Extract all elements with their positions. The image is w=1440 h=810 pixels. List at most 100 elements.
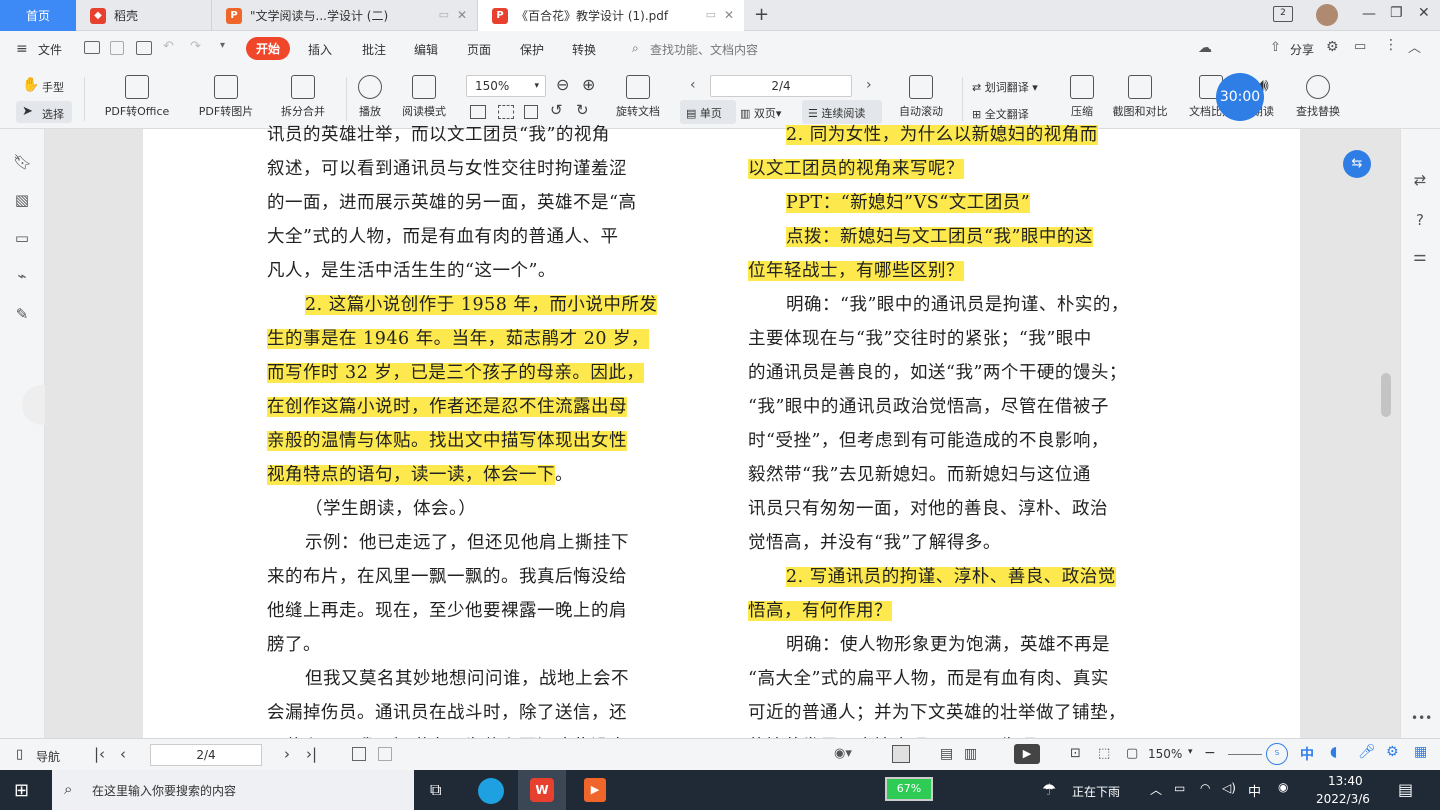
open-folder-icon[interactable] bbox=[84, 41, 100, 54]
menu-insert[interactable]: 插入 bbox=[308, 41, 332, 58]
chevron-down-icon[interactable]: ▾ bbox=[1188, 747, 1193, 757]
document-viewport[interactable]: 讯员的英雄壮举，而以文工团员“我”的视角 叙述，可以看到通讯员与女性交往时拘谨羞涩… bbox=[45, 125, 1400, 757]
play-slideshow-icon[interactable]: ▶ bbox=[1014, 744, 1040, 764]
nav-button[interactable]: 导航 bbox=[36, 748, 60, 765]
translate-panel-icon[interactable]: ⇄ bbox=[1411, 171, 1429, 189]
menu-file[interactable]: 文件 bbox=[38, 41, 62, 58]
full-translate-button[interactable]: ⊞ 全文翻译 bbox=[972, 106, 1029, 122]
input-method-icon[interactable]: S bbox=[1266, 743, 1288, 765]
zoom-out-icon[interactable]: ⊖ bbox=[556, 75, 569, 94]
save-icon[interactable] bbox=[110, 41, 124, 55]
menu-edit[interactable]: 编辑 bbox=[414, 41, 438, 58]
avatar[interactable] bbox=[1316, 4, 1338, 26]
crop-view-icon[interactable]: ⬚ bbox=[1098, 746, 1110, 761]
notification-icon[interactable]: ▤ bbox=[1398, 780, 1413, 799]
taskbar-wps-active[interactable]: W bbox=[518, 770, 566, 810]
eye-icon[interactable]: ◉▾ bbox=[834, 746, 852, 761]
nav-panel-icon[interactable]: ▯ bbox=[16, 747, 23, 762]
minimize-icon[interactable]: — bbox=[1362, 6, 1376, 22]
prev-page-icon[interactable]: ‹ bbox=[120, 745, 126, 763]
task-view-icon[interactable]: ⧉ bbox=[430, 780, 441, 800]
back-icon[interactable] bbox=[352, 747, 366, 761]
clock-date[interactable]: 2022/3/6 bbox=[1316, 792, 1370, 806]
comment-panel-icon[interactable]: ▭ bbox=[13, 229, 31, 247]
windows-start-icon[interactable]: ⊞ bbox=[14, 780, 29, 801]
zoom-select[interactable]: 150% ▾ bbox=[466, 75, 546, 97]
battery-indicator[interactable]: 67% bbox=[885, 777, 933, 801]
new-tab-icon[interactable]: + bbox=[754, 4, 769, 25]
zoom-level[interactable]: 150% bbox=[1148, 747, 1182, 761]
continuous-read-button[interactable]: ☰ 连续阅读 bbox=[808, 105, 865, 121]
hamburger-icon[interactable]: ≡ bbox=[16, 41, 28, 57]
window-list-icon[interactable]: 2 bbox=[1273, 6, 1293, 22]
close-icon[interactable]: ✕ bbox=[724, 8, 734, 22]
ime-punct-icon[interactable]: ◖ bbox=[1330, 744, 1337, 760]
screenshot-compare-button[interactable]: 截图和对比 bbox=[1106, 75, 1174, 119]
continuous-view-icon[interactable] bbox=[892, 745, 910, 763]
bookmark-icon[interactable]: 🔖︎ bbox=[13, 153, 32, 171]
ime-settings-icon[interactable]: ⚙ bbox=[1386, 744, 1399, 760]
last-page-icon[interactable]: ›| bbox=[306, 745, 317, 763]
zoom-out-icon[interactable]: − bbox=[1204, 745, 1216, 761]
more-icon[interactable]: ••• bbox=[1411, 709, 1432, 727]
attachment-icon[interactable]: ⌁ bbox=[13, 267, 31, 285]
read-mode-button[interactable]: 阅读模式 bbox=[396, 75, 452, 119]
menu-convert[interactable]: 转换 bbox=[572, 41, 596, 58]
fit-page-icon[interactable] bbox=[470, 105, 486, 119]
next-page-icon[interactable]: › bbox=[866, 77, 872, 93]
forward-icon[interactable] bbox=[378, 747, 392, 761]
rotate-left-icon[interactable]: ↺ bbox=[550, 101, 563, 119]
share-icon[interactable]: ⇧ bbox=[1270, 40, 1281, 55]
next-page-icon[interactable]: › bbox=[284, 745, 290, 763]
zoom-slider[interactable] bbox=[1228, 754, 1262, 755]
adjust-icon[interactable]: ⚌ bbox=[1411, 247, 1429, 265]
tab-doc-1[interactable]: P "文学阅读与...学设计 (二) ▭ ✕ bbox=[212, 0, 478, 31]
prev-page-icon[interactable]: ‹ bbox=[690, 77, 696, 93]
volume-icon[interactable]: ◁) bbox=[1222, 781, 1236, 795]
single-view-icon[interactable]: ▤ bbox=[940, 746, 953, 762]
pdf-to-office-button[interactable]: PDF转Office bbox=[96, 75, 178, 119]
taskbar-search[interactable]: ⌕ 在这里输入你要搜索的内容 bbox=[52, 770, 414, 810]
close-window-icon[interactable]: ✕ bbox=[1418, 5, 1430, 21]
hand-tool[interactable]: 手型 bbox=[42, 79, 64, 95]
menu-start[interactable]: 开始 bbox=[246, 37, 291, 60]
page-number-input[interactable]: 2/4 bbox=[710, 75, 852, 97]
mic-icon[interactable]: 🎤︎ bbox=[1358, 744, 1376, 760]
comment-icon[interactable]: ▭ bbox=[1354, 39, 1366, 54]
thumbnail-icon[interactable]: ▧ bbox=[13, 191, 31, 209]
play-button[interactable]: 播放 bbox=[352, 75, 388, 119]
network-icon[interactable]: ▭ bbox=[1174, 781, 1185, 795]
menu-annotate[interactable]: 批注 bbox=[362, 41, 386, 58]
help-icon[interactable]: ? bbox=[1411, 211, 1429, 229]
compress-button[interactable]: 压缩 bbox=[1064, 75, 1100, 119]
undo-icon[interactable]: ↶ bbox=[163, 39, 174, 54]
fit-width-icon[interactable]: ⊡ bbox=[1070, 746, 1081, 761]
crop-icon[interactable] bbox=[498, 105, 514, 119]
screenshot-icon[interactable] bbox=[524, 105, 538, 119]
wifi-icon[interactable]: ◠ bbox=[1200, 781, 1210, 795]
pdf-to-image-button[interactable]: PDF转图片 bbox=[192, 75, 260, 119]
print-icon[interactable] bbox=[136, 41, 152, 55]
double-view-icon[interactable]: ▥ bbox=[964, 746, 977, 762]
zoom-in-icon[interactable]: ⊕ bbox=[582, 75, 595, 94]
pdf-app-icon[interactable]: ▶ bbox=[584, 778, 606, 802]
collapse-ribbon-icon[interactable]: ︿ bbox=[1408, 37, 1421, 56]
double-page-button[interactable]: ▥ 双页▾ bbox=[740, 105, 781, 121]
ime-chinese-icon[interactable]: 中 bbox=[1300, 744, 1314, 764]
first-page-icon[interactable]: |‹ bbox=[94, 745, 105, 763]
rotate-doc-button[interactable]: 旋转文档 bbox=[612, 75, 664, 119]
ime-indicator[interactable]: 中 bbox=[1248, 781, 1261, 800]
edge-icon[interactable] bbox=[478, 778, 504, 804]
tray-expand-icon[interactable]: ︿ bbox=[1150, 781, 1162, 798]
menu-protect[interactable]: 保护 bbox=[520, 41, 544, 58]
single-page-button[interactable]: ▤ 单页 bbox=[686, 105, 722, 121]
tab-doc-active[interactable]: P 《百合花》教学设计 (1).pdf ▭ ✕ bbox=[478, 0, 744, 31]
menu-page[interactable]: 页面 bbox=[467, 41, 491, 58]
page-input[interactable]: 2/4 bbox=[150, 744, 262, 766]
more-dropdown-icon[interactable]: ▾ bbox=[220, 40, 225, 51]
cloud-sync-icon[interactable]: ☁ bbox=[1198, 40, 1212, 56]
timer-badge[interactable]: 30:00 bbox=[1216, 73, 1264, 121]
pin-icon[interactable]: ▭ bbox=[706, 8, 716, 21]
ime-menu-icon[interactable]: ▦ bbox=[1414, 744, 1427, 760]
share-button[interactable]: 分享 bbox=[1290, 41, 1314, 58]
